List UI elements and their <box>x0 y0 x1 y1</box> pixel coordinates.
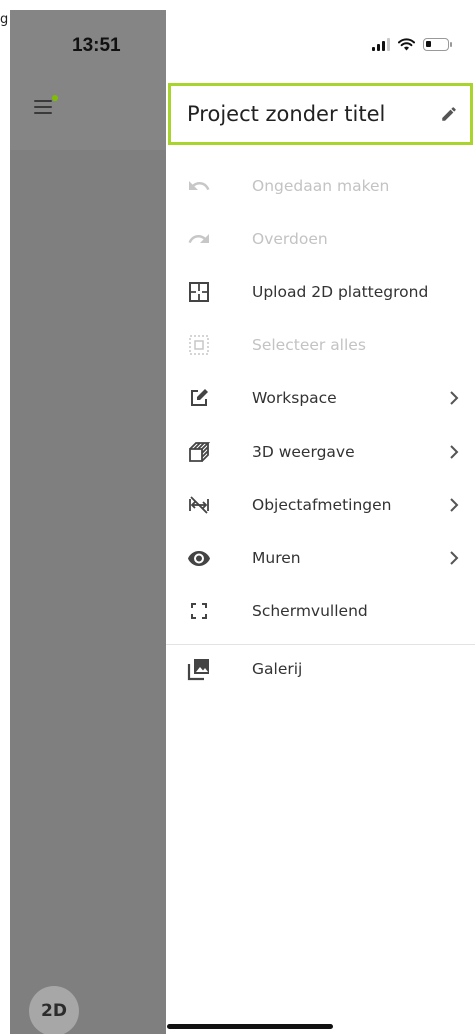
project-title-field[interactable]: Project zonder titel <box>168 83 473 145</box>
background-app-overlay[interactable]: 13:51 2D <box>10 10 166 1034</box>
menu-item-3d-view[interactable]: 3D weergave <box>166 425 475 478</box>
drawer-menu: Ongedaan maken Overdoen Upload 2D platte… <box>166 159 475 696</box>
chevron-right-icon <box>450 444 459 459</box>
chevron-right-icon <box>450 391 459 406</box>
chevron-right-icon <box>450 498 459 512</box>
gallery-icon <box>187 657 211 681</box>
undo-icon <box>187 174 211 198</box>
menu-item-walls[interactable]: Muren <box>166 531 475 584</box>
eye-icon <box>187 546 211 570</box>
menu-item-label: Galerij <box>252 660 303 679</box>
status-time: 13:51 <box>72 35 121 56</box>
menu-item-label: Overdoen <box>252 229 328 248</box>
cellular-signal-icon <box>372 38 390 51</box>
menu-item-label: Objectafmetingen <box>252 495 392 514</box>
view-2d-button[interactable]: 2D <box>29 986 79 1034</box>
pencil-icon[interactable] <box>440 105 458 123</box>
cube-icon <box>187 440 211 464</box>
home-indicator[interactable] <box>167 1024 333 1029</box>
redo-icon <box>187 227 211 251</box>
stray-character: g <box>0 12 9 27</box>
select-all-icon <box>187 333 211 357</box>
menu-item-object-dimensions[interactable]: Objectafmetingen <box>166 478 475 531</box>
battery-icon <box>423 38 452 51</box>
project-title: Project zonder titel <box>187 102 386 126</box>
menu-item-label: Schermvullend <box>252 602 368 621</box>
notification-dot <box>52 95 58 101</box>
side-drawer: Project zonder titel Ongedaan maken Over… <box>166 10 475 1034</box>
menu-item-select-all[interactable]: Selecteer alles <box>166 319 475 372</box>
background-header <box>10 10 166 150</box>
menu-item-label: Muren <box>252 548 301 567</box>
menu-item-fullscreen[interactable]: Schermvullend <box>166 585 475 638</box>
menu-item-undo[interactable]: Ongedaan maken <box>166 159 475 212</box>
menu-item-label: Selecteer alles <box>252 336 366 355</box>
menu-item-label: Ongedaan maken <box>252 176 390 195</box>
dimensions-icon <box>187 493 211 517</box>
menu-item-workspace[interactable]: Workspace <box>166 372 475 425</box>
floorplan-icon <box>187 280 211 304</box>
fullscreen-icon <box>187 599 211 623</box>
menu-item-gallery[interactable]: Galerij <box>166 643 475 696</box>
menu-item-label: Workspace <box>252 389 337 408</box>
menu-item-label: 3D weergave <box>252 442 355 461</box>
wifi-icon <box>398 38 415 51</box>
hamburger-menu-icon[interactable] <box>34 95 58 117</box>
menu-item-upload-floorplan[interactable]: Upload 2D plattegrond <box>166 265 475 318</box>
status-icons <box>372 38 452 51</box>
chevron-right-icon <box>450 551 459 565</box>
menu-item-redo[interactable]: Overdoen <box>166 212 475 265</box>
edit-box-icon <box>187 386 211 410</box>
menu-item-label: Upload 2D plattegrond <box>252 282 429 301</box>
